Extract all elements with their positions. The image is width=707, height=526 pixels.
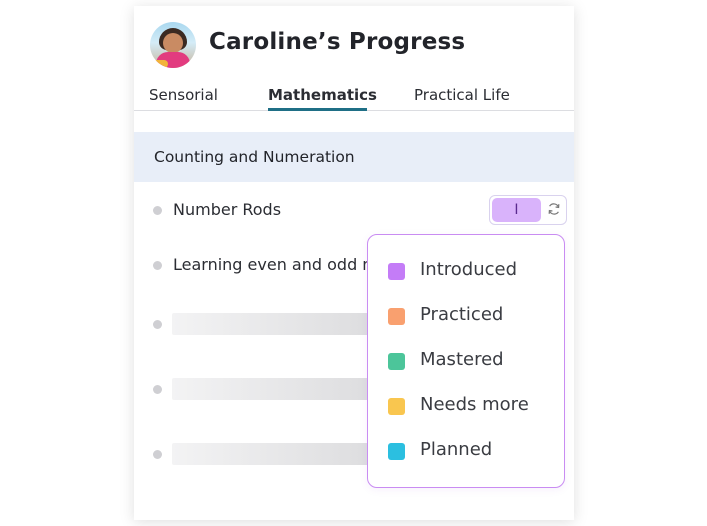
status-option-label: Mastered bbox=[420, 349, 504, 370]
avatar-toy bbox=[152, 60, 168, 68]
section-label: Counting and Numeration bbox=[154, 148, 355, 166]
tab-practical-life[interactable]: Practical Life bbox=[414, 86, 510, 104]
status-option-label: Needs more bbox=[420, 394, 529, 415]
introduced-swatch bbox=[388, 263, 405, 280]
practiced-swatch bbox=[388, 308, 405, 325]
row-bullet bbox=[153, 385, 162, 394]
skeleton-placeholder bbox=[172, 313, 382, 335]
avatar bbox=[150, 22, 196, 68]
status-option-label: Planned bbox=[420, 439, 493, 460]
skeleton-placeholder bbox=[172, 443, 382, 465]
refresh-icon[interactable] bbox=[547, 202, 561, 216]
tab-sensorial[interactable]: Sensorial bbox=[149, 86, 218, 104]
status-chip[interactable]: I bbox=[492, 198, 541, 222]
status-dropdown-menu: Introduced Practiced Mastered Needs more… bbox=[367, 234, 565, 488]
section-header[interactable]: Counting and Numeration bbox=[134, 132, 574, 182]
lesson-label-number-rods[interactable]: Number Rods bbox=[173, 200, 281, 219]
needs-more-swatch bbox=[388, 398, 405, 415]
row-bullet bbox=[153, 320, 162, 329]
mastered-swatch bbox=[388, 353, 405, 370]
avatar-face bbox=[163, 33, 183, 53]
page-title: Caroline’s Progress bbox=[209, 29, 466, 55]
tab-mathematics[interactable]: Mathematics bbox=[268, 86, 377, 104]
status-option-label: Practiced bbox=[420, 304, 504, 325]
planned-swatch bbox=[388, 443, 405, 460]
row-bullet bbox=[153, 206, 162, 215]
subject-tabs: Sensorial Mathematics Practical Life bbox=[134, 84, 574, 111]
lesson-label-even-odd[interactable]: Learning even and odd n bbox=[173, 255, 372, 274]
status-selector[interactable]: I bbox=[489, 195, 567, 225]
row-bullet bbox=[153, 261, 162, 270]
status-option-label: Introduced bbox=[420, 259, 518, 280]
skeleton-placeholder bbox=[172, 378, 382, 400]
active-tab-indicator bbox=[268, 108, 367, 111]
row-bullet bbox=[153, 450, 162, 459]
